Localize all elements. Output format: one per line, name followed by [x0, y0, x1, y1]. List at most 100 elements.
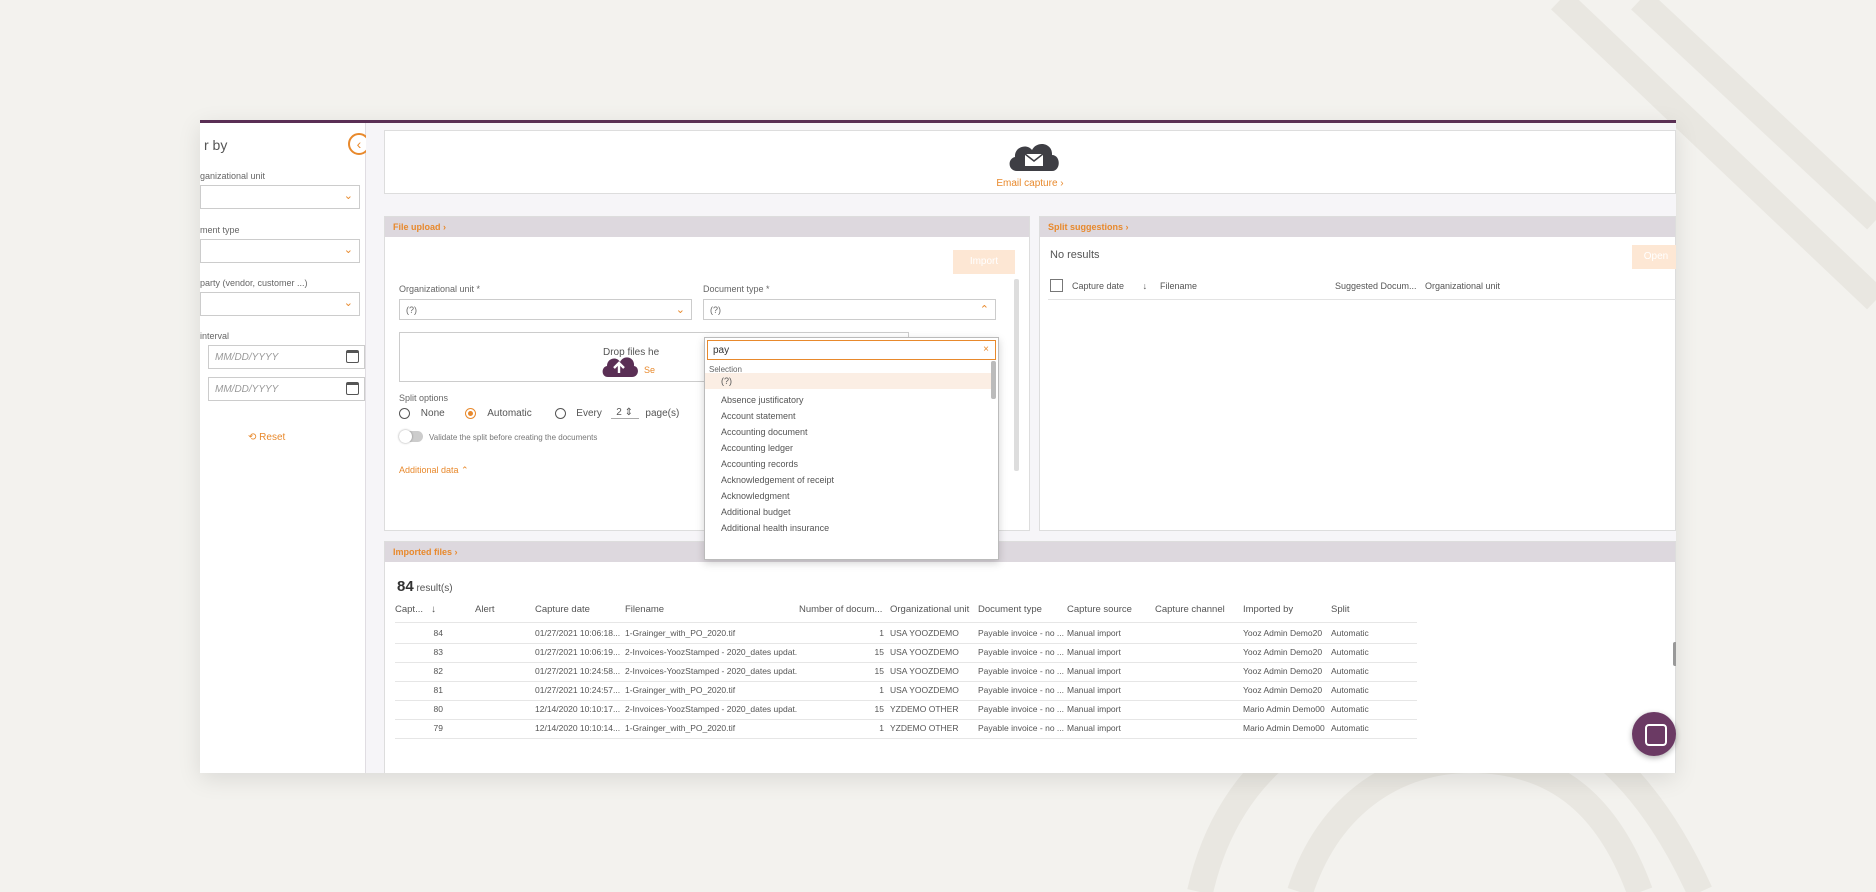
table-cell: 79: [433, 723, 443, 733]
table-cell: Automatic: [1331, 647, 1369, 657]
split-automatic-radio[interactable]: [465, 407, 477, 419]
validate-split-toggle[interactable]: [399, 430, 423, 443]
column-header[interactable]: Alert: [475, 604, 495, 615]
split-every-radio[interactable]: [554, 407, 566, 419]
column-header[interactable]: Document type: [978, 604, 1042, 615]
chat-icon[interactable]: [1632, 712, 1676, 756]
reset-icon: ⟲: [248, 432, 257, 443]
email-capture-card[interactable]: Email capture ›: [384, 130, 1676, 194]
imported-files-header[interactable]: Imported files ›: [385, 542, 1675, 562]
table-cell: Automatic: [1331, 628, 1369, 638]
clear-search-icon[interactable]: ×: [983, 344, 989, 355]
split-every-label: Every: [576, 407, 602, 419]
dropdown-option[interactable]: Acknowledgement of receipt: [705, 472, 993, 488]
table-cell: 12/14/2020 10:10:17...: [535, 704, 621, 714]
dropdown-option[interactable]: Additional budget: [705, 504, 993, 520]
column-header[interactable]: Split: [1331, 604, 1349, 615]
table-cell: Payable invoice - no ...: [978, 685, 1064, 695]
table-cell: Manual import: [1067, 666, 1121, 676]
col-filename[interactable]: Filename: [1160, 281, 1197, 291]
select-files-link[interactable]: Se: [644, 365, 655, 375]
column-header[interactable]: Imported by: [1243, 604, 1293, 615]
doc-type-filter-select[interactable]: ⌄: [200, 239, 360, 263]
table-cell: 01/27/2021 10:06:18...: [535, 628, 621, 638]
column-header[interactable]: Capture source: [1067, 604, 1132, 615]
table-cell: 1-Grainger_with_PO_2020.tif: [625, 628, 736, 638]
party-filter-select[interactable]: ⌄: [200, 292, 360, 316]
org-unit-filter-label: ganizational unit: [200, 171, 266, 181]
table-cell: Yooz Admin Demo20: [1243, 685, 1323, 695]
dropdown-option[interactable]: Accounting ledger: [705, 440, 993, 456]
split-pages-stepper[interactable]: 2 ⇕: [610, 407, 639, 420]
table-cell: Payable invoice - no ...: [978, 704, 1064, 714]
table-cell: 2-Invoices-YoozStamped - 2020_dates upda…: [625, 647, 797, 657]
date-to-placeholder: MM/DD/YYYY: [215, 384, 279, 395]
table-cell: Payable invoice - no ...: [978, 628, 1064, 638]
org-unit-select[interactable]: (?) ⌄: [399, 299, 692, 320]
chevron-down-icon: ⌄: [343, 190, 353, 202]
dropdown-option[interactable]: Acknowledgment: [705, 488, 993, 504]
column-header[interactable]: Capture channel: [1155, 604, 1225, 615]
open-button[interactable]: Open: [1632, 245, 1676, 269]
chevron-down-icon: ⌄: [343, 297, 353, 309]
file-upload-header[interactable]: File upload ›: [385, 217, 1029, 237]
table-cell: 1-Grainger_with_PO_2020.tif: [625, 723, 736, 733]
col-suggested-doc[interactable]: Suggested Docum...: [1335, 281, 1417, 291]
dropdown-option[interactable]: Accounting document: [705, 424, 993, 440]
column-header[interactable]: Number of docum...: [799, 604, 882, 615]
table-cell: 84: [433, 628, 443, 638]
table-cell: USA YOOZDEMO: [890, 666, 959, 676]
column-header[interactable]: Capture date: [535, 604, 590, 615]
main-content: Email capture › File upload › Import Org…: [366, 123, 1676, 773]
col-org-unit[interactable]: Organizational unit: [1425, 281, 1500, 291]
additional-data-toggle[interactable]: Additional data ⌃: [399, 465, 469, 476]
column-header[interactable]: Capt...: [395, 604, 423, 615]
email-capture-link[interactable]: Email capture ›: [385, 178, 1675, 189]
dropdown-option[interactable]: Account statement: [705, 408, 993, 424]
split-options-label: Split options: [399, 393, 449, 403]
reset-button[interactable]: ⟲ Reset: [248, 432, 285, 443]
org-unit-label: Organizational unit *: [399, 284, 481, 294]
table-cell: YZDEMO OTHER: [890, 723, 959, 733]
table-cell: 01/27/2021 10:24:57...: [535, 685, 621, 695]
split-none-radio[interactable]: [399, 407, 410, 419]
results-count: 84 result(s): [397, 578, 453, 595]
date-to-input[interactable]: MM/DD/YYYY: [208, 377, 365, 401]
doc-type-search-input[interactable]: pay ×: [707, 340, 996, 360]
dropdown-option[interactable]: Absence justificatory: [705, 392, 993, 408]
chevron-up-icon: ⌃: [979, 304, 989, 316]
table-cell: 81: [433, 685, 443, 695]
date-from-input[interactable]: MM/DD/YYYY: [208, 345, 365, 369]
date-from-placeholder: MM/DD/YYYY: [215, 352, 279, 363]
split-automatic-label: Automatic: [487, 407, 532, 419]
column-header[interactable]: Organizational unit: [890, 604, 969, 615]
col-capture-date[interactable]: Capture date ↓: [1072, 281, 1147, 291]
table-cell: Payable invoice - no ...: [978, 647, 1064, 657]
table-cell: 12/14/2020 10:10:14...: [535, 723, 621, 733]
table-cell: Automatic: [1331, 723, 1369, 733]
table-cell: Automatic: [1331, 685, 1369, 695]
split-none-label: None: [420, 407, 445, 419]
table-cell: 83: [433, 647, 443, 657]
panel-scrollbar[interactable]: [1014, 279, 1019, 471]
sort-down-icon: ↓: [1142, 281, 1148, 291]
select-all-checkbox[interactable]: [1050, 279, 1063, 292]
import-button[interactable]: Import: [953, 250, 1015, 274]
calendar-icon[interactable]: [346, 382, 359, 395]
org-unit-filter-select[interactable]: ⌄: [200, 185, 360, 209]
filter-title: r by: [204, 137, 228, 153]
party-filter-label: party (vendor, customer ...): [200, 278, 308, 288]
doc-type-select[interactable]: (?) ⌃: [703, 299, 996, 320]
doc-type-dropdown: pay × Selection (?) Absence justificatory A…: [704, 337, 999, 560]
dropdown-option[interactable]: (?): [705, 373, 993, 389]
table-scrollbar[interactable]: [1673, 642, 1676, 666]
dropdown-scrollbar[interactable]: [991, 361, 996, 399]
column-header[interactable]: Filename: [625, 604, 664, 615]
dropdown-option[interactable]: Accounting records: [705, 456, 993, 472]
split-suggestions-header[interactable]: Split suggestions ›: [1040, 217, 1675, 237]
calendar-icon[interactable]: [346, 350, 359, 363]
split-pages-unit: page(s): [645, 407, 680, 419]
table-cell: 15: [874, 647, 884, 657]
dropdown-option[interactable]: Additional health insurance: [705, 520, 993, 536]
table-cell: YZDEMO OTHER: [890, 704, 959, 714]
